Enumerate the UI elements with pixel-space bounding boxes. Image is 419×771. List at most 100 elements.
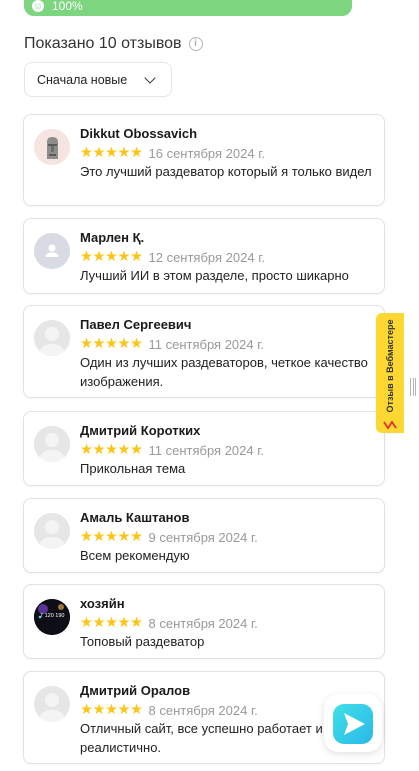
star-icon: ★ xyxy=(80,249,93,265)
review-card: Дмитрий Коротких ★ ★ ★ ★ ★ 11 сентября 2024 … xyxy=(23,411,385,486)
blank-avatar-icon xyxy=(34,686,70,722)
chat-widget-button[interactable] xyxy=(324,694,382,752)
webmaster-review-tab[interactable]: Отзыв в Вебмастере xyxy=(376,313,404,433)
star-icon: ★ xyxy=(105,529,118,545)
star-icon: ★ xyxy=(130,336,143,352)
reviewer-avatar xyxy=(34,426,70,462)
review-date: 12 сентября 2024 г. xyxy=(148,249,265,265)
star-icon: ★ xyxy=(105,336,118,352)
star-rating: ★ ★ ★ ★ ★ xyxy=(80,702,143,718)
review-text: Один из лучших раздеваторов, четкое каче… xyxy=(80,355,368,389)
reviewer-avatar xyxy=(34,233,70,269)
review-date: 9 сентября 2024 г. xyxy=(148,529,258,545)
chevron-down-icon xyxy=(144,72,156,84)
review-card: Амаль Каштанов ★ ★ ★ ★ ★ 9 сентября 2024 г. … xyxy=(23,498,385,573)
chat-widget-inner xyxy=(333,704,373,744)
star-icon: ★ xyxy=(80,615,93,631)
star-icon: ★ xyxy=(130,249,143,265)
reviewer-name: Дмитрий Коротких xyxy=(80,423,201,438)
reviewer-name: хозяйн xyxy=(80,596,125,611)
star-icon: ★ xyxy=(130,442,143,458)
star-icon: ★ xyxy=(130,702,143,718)
blank-avatar-icon xyxy=(34,513,70,549)
rating-row: ★ ★ ★ ★ ★ 8 сентября 2024 г. xyxy=(80,615,258,631)
review-card: Марлен Қ. ★ ★ ★ ★ ★ 12 сентября 2024 г. Лучш… xyxy=(23,218,385,294)
review-text: Лучший ИИ в этом разделе, просто шикарно xyxy=(80,268,349,283)
reviewer-avatar xyxy=(34,686,70,722)
rating-row: ★ ★ ★ ★ ★ 16 сентября 2024 г. xyxy=(80,145,265,161)
star-rating: ★ ★ ★ ★ ★ xyxy=(80,336,143,352)
star-rating: ★ ★ ★ ★ ★ xyxy=(80,529,143,545)
rating-row: ★ ★ ★ ★ ★ 8 сентября 2024 г. xyxy=(80,702,258,718)
reviews-count-row: Показано 10 отзывов i xyxy=(24,33,203,55)
star-icon: ★ xyxy=(117,702,131,718)
star-icon: ★ xyxy=(117,442,131,458)
star-rating: ★ ★ ★ ★ ★ xyxy=(80,615,143,631)
star-icon: ★ xyxy=(92,615,106,631)
progress-bar: ☺ 100% xyxy=(24,0,352,16)
star-icon: ★ xyxy=(80,336,93,352)
star-rating: ★ ★ ★ ★ ★ xyxy=(80,442,143,458)
star-icon: ★ xyxy=(105,249,118,265)
star-icon: ★ xyxy=(130,145,143,161)
reviewer-avatar xyxy=(34,513,70,549)
star-icon: ★ xyxy=(117,615,131,631)
star-icon: ★ xyxy=(80,442,93,458)
review-text: Это лучший раздеватор который я только в… xyxy=(80,164,372,179)
review-text: Всем рекомендую xyxy=(80,548,190,563)
star-icon: ★ xyxy=(105,442,118,458)
webmaster-label: Отзыв в Вебмастере xyxy=(385,319,395,413)
send-arrow-icon xyxy=(344,713,365,735)
reviewer-name: Дмитрий Оралов xyxy=(80,683,191,698)
star-icon: ★ xyxy=(105,615,118,631)
star-icon: ★ xyxy=(130,615,143,631)
star-icon: ★ xyxy=(92,529,106,545)
star-icon: ★ xyxy=(92,336,106,352)
reviewer-avatar xyxy=(34,129,70,165)
star-icon: ★ xyxy=(80,702,93,718)
star-icon: ★ xyxy=(117,249,131,265)
reviewer-name: Марлен Қ. xyxy=(80,230,145,245)
review-card: Dikkut Obossavich ★ ★ ★ ★ ★ 16 сентября 2024… xyxy=(23,114,385,206)
review-text: Прикольная тема xyxy=(80,461,186,476)
star-icon: ★ xyxy=(117,145,131,161)
star-icon: ★ xyxy=(130,529,143,545)
sort-selected-value: Сначала новые xyxy=(37,73,128,87)
review-card: 7 120 190 хозяйн ★ ★ ★ ★ ★ 8 сентября 2024 г… xyxy=(23,584,385,659)
star-icon: ★ xyxy=(92,145,106,161)
reviews-count: Показано 10 отзывов xyxy=(24,35,182,52)
review-date: 16 сентября 2024 г. xyxy=(148,145,265,161)
star-icon: ★ xyxy=(92,702,106,718)
review-date: 11 сентября 2024 г. xyxy=(148,336,265,352)
yandex-webmaster-icon xyxy=(383,421,397,429)
progress-label: 100% xyxy=(52,0,83,13)
rating-row: ★ ★ ★ ★ ★ 12 сентября 2024 г. xyxy=(80,249,265,265)
review-date: 8 сентября 2024 г. xyxy=(148,702,258,718)
smile-icon: ☺ xyxy=(32,0,44,12)
rating-row: ★ ★ ★ ★ ★ 9 сентября 2024 г. xyxy=(80,529,258,545)
rating-row: ★ ★ ★ ★ ★ 11 сентября 2024 г. xyxy=(80,336,264,352)
blank-avatar-icon xyxy=(34,426,70,462)
rating-row: ★ ★ ★ ★ ★ 11 сентября 2024 г. xyxy=(80,442,264,458)
reviewer-avatar xyxy=(34,320,70,356)
reviewer-name: Павел Сергеевич xyxy=(80,317,192,332)
reviewer-name: Амаль Каштанов xyxy=(80,510,190,525)
user-icon xyxy=(34,233,70,269)
star-icon: ★ xyxy=(92,249,106,265)
star-icon: ★ xyxy=(117,529,131,545)
reviewer-name: Dikkut Obossavich xyxy=(80,126,198,141)
star-icon: ★ xyxy=(117,336,131,352)
moai-icon xyxy=(34,129,70,165)
review-date: 8 сентября 2024 г. xyxy=(148,615,258,631)
star-icon: ★ xyxy=(80,529,93,545)
reviewer-avatar: 7 120 190 xyxy=(34,599,70,635)
star-icon: ★ xyxy=(80,145,93,161)
info-icon[interactable]: i xyxy=(188,37,203,51)
star-rating: ★ ★ ★ ★ ★ xyxy=(80,145,143,161)
sort-dropdown[interactable]: Сначала новые xyxy=(24,62,172,97)
review-card: Павел Сергеевич ★ ★ ★ ★ ★ 11 сентября 2024 г… xyxy=(23,305,385,398)
blank-avatar-icon xyxy=(34,320,70,356)
star-icon: ★ xyxy=(92,442,106,458)
star-rating: ★ ★ ★ ★ ★ xyxy=(80,249,143,265)
scroll-handle[interactable] xyxy=(410,378,416,396)
